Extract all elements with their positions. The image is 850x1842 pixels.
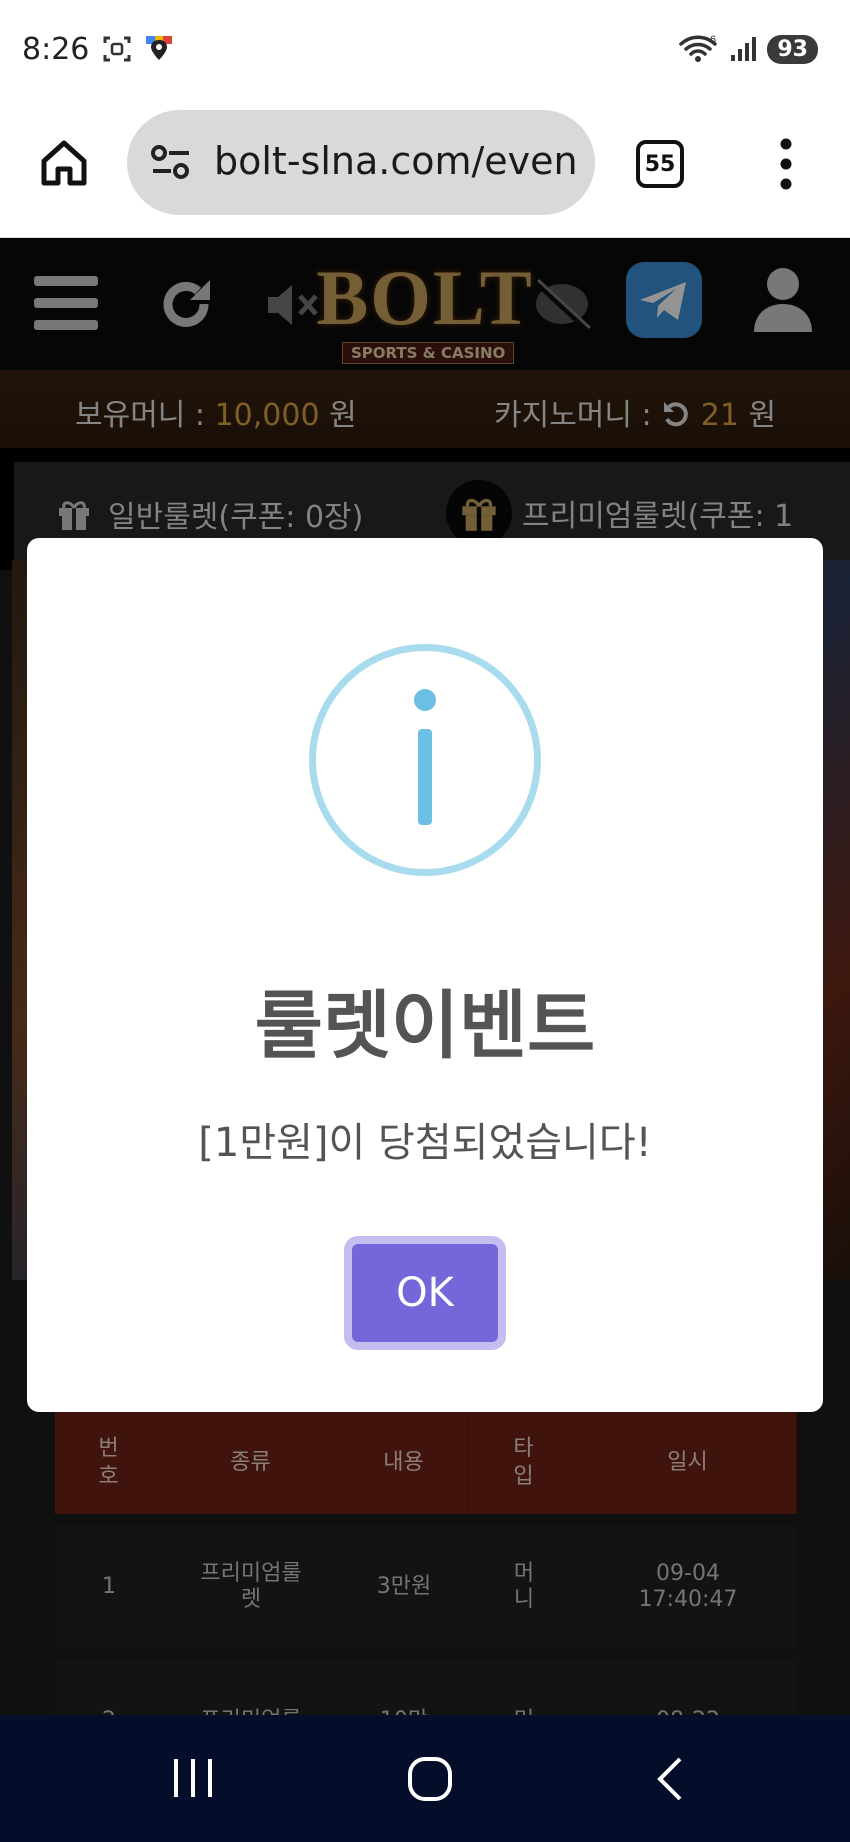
url-bar[interactable]: bolt-slna.com/even	[127, 110, 595, 215]
home-nav-icon[interactable]	[406, 1755, 454, 1803]
result-dialog: 룰렛이벤트 [1만원]이 당첨되었습니다! OK	[27, 538, 823, 1412]
home-icon[interactable]	[38, 137, 90, 189]
battery-indicator: 93	[767, 34, 818, 64]
status-icons-right: 6 93	[679, 34, 818, 64]
location-pin-icon	[146, 36, 172, 60]
site-settings-icon[interactable]	[149, 144, 193, 180]
url-text: bolt-slna.com/even	[214, 139, 578, 183]
status-icons-left	[102, 34, 174, 66]
info-icon-bar	[418, 729, 432, 825]
more-menu-icon[interactable]	[776, 136, 796, 192]
recent-apps-icon[interactable]	[170, 1755, 216, 1801]
status-bar: 8:26 6 93	[0, 0, 850, 100]
dialog-title: 룰렛이벤트	[254, 983, 596, 1069]
dialog-message: [1만원]이 당첨되었습니다!	[198, 1120, 652, 1166]
info-icon-dot	[414, 689, 436, 711]
status-time: 8:26	[22, 32, 90, 67]
browser-toolbar: bolt-slna.com/even 55	[0, 100, 850, 238]
back-icon[interactable]	[652, 1755, 686, 1803]
wifi-label: 6	[710, 34, 716, 46]
ok-button[interactable]: OK	[344, 1236, 506, 1350]
tabs-button[interactable]: 55	[636, 140, 684, 188]
screenshot-icon	[103, 36, 131, 62]
signal-icon	[731, 37, 757, 61]
system-navigation-bar	[0, 1715, 850, 1842]
wifi-icon: 6	[679, 34, 718, 62]
info-icon	[309, 644, 541, 876]
